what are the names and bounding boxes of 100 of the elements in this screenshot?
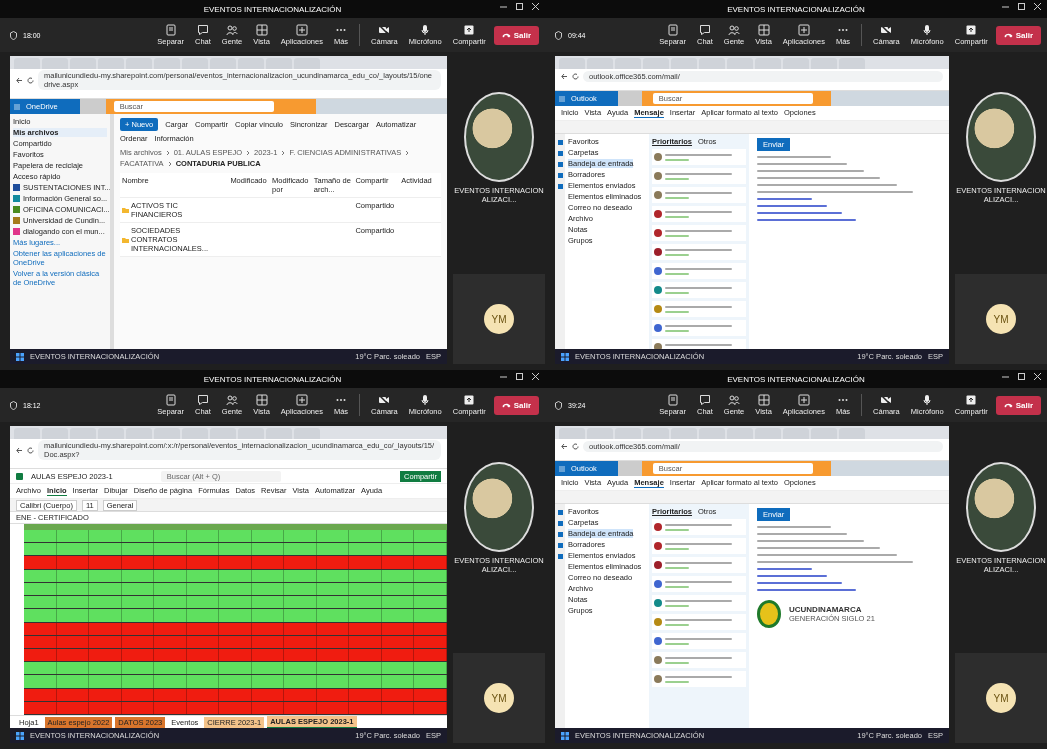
browser-tab[interactable] [126, 428, 152, 439]
browser-tab[interactable] [699, 58, 725, 69]
browser-tab[interactable] [154, 428, 180, 439]
app-launcher-icon[interactable] [14, 103, 20, 110]
browser-tab[interactable] [182, 58, 208, 69]
windows-icon[interactable] [561, 352, 569, 361]
browser-tab[interactable] [643, 428, 669, 439]
browser-tab[interactable] [238, 428, 264, 439]
browser-tab[interactable] [643, 58, 669, 69]
close-icon[interactable] [1034, 3, 1041, 10]
university-seal-icon [757, 600, 781, 628]
browser-tab[interactable] [266, 428, 292, 439]
window-title: EVENTOS INTERNACIONALIZACIÓN [203, 374, 342, 384]
browser-tab[interactable] [839, 58, 865, 69]
leave-button[interactable]: Salir [995, 25, 1041, 45]
message-item[interactable] [652, 652, 746, 668]
windows-icon[interactable] [561, 731, 569, 740]
browser-tab[interactable] [210, 58, 236, 69]
maximize-icon[interactable] [516, 373, 523, 380]
grid-icon [255, 394, 268, 406]
message-item[interactable] [652, 149, 746, 165]
browser-tab[interactable] [266, 58, 292, 69]
maximize-icon[interactable] [1018, 3, 1025, 10]
minimize-icon[interactable] [500, 373, 507, 380]
maximize-icon[interactable] [1018, 373, 1025, 380]
browser-tab[interactable] [126, 58, 152, 69]
browser-tab[interactable] [755, 428, 781, 439]
people-icon [226, 24, 239, 36]
browser-tab[interactable] [98, 58, 124, 69]
message-item[interactable] [652, 244, 746, 260]
browser-tab[interactable] [70, 428, 96, 439]
browser-tab[interactable] [238, 58, 264, 69]
browser-tab[interactable] [671, 428, 697, 439]
message-item[interactable] [652, 671, 746, 687]
message-item[interactable] [652, 168, 746, 184]
message-item[interactable] [652, 519, 746, 535]
browser-tab[interactable] [294, 428, 320, 439]
browser-tab[interactable] [727, 428, 753, 439]
message-item[interactable] [652, 187, 746, 203]
message-item[interactable] [652, 557, 746, 573]
back-icon[interactable] [561, 442, 568, 450]
browser-tab[interactable] [98, 428, 124, 439]
browser-tab[interactable] [839, 428, 865, 439]
browser-tab[interactable] [727, 58, 753, 69]
message-item[interactable] [652, 633, 746, 649]
reload-icon[interactable] [572, 442, 579, 450]
browser-tab[interactable] [14, 428, 40, 439]
browser-tab[interactable] [783, 428, 809, 439]
browser-tab[interactable] [671, 58, 697, 69]
browser-tab[interactable] [182, 428, 208, 439]
leave-button[interactable]: Salir [493, 395, 539, 415]
message-item[interactable] [652, 282, 746, 298]
message-item[interactable] [652, 320, 746, 336]
folder-icon [122, 236, 129, 243]
browser-tab[interactable] [42, 428, 68, 439]
browser-tab[interactable] [154, 58, 180, 69]
browser-tab[interactable] [615, 428, 641, 439]
close-icon[interactable] [532, 3, 539, 10]
windows-icon[interactable] [16, 731, 24, 740]
browser-tab[interactable] [587, 58, 613, 69]
reload-icon[interactable] [27, 446, 34, 454]
browser-tab[interactable] [811, 58, 837, 69]
browser-tab[interactable] [14, 58, 40, 69]
browser-tab[interactable] [755, 58, 781, 69]
browser-tab[interactable] [783, 58, 809, 69]
app-launcher-icon[interactable] [559, 465, 565, 472]
app-launcher-icon[interactable] [559, 95, 565, 102]
message-item[interactable] [652, 538, 746, 554]
minimize-icon[interactable] [1002, 373, 1009, 380]
browser-tab[interactable] [615, 58, 641, 69]
close-icon[interactable] [1034, 373, 1041, 380]
browser-tab[interactable] [42, 58, 68, 69]
reload-icon[interactable] [27, 76, 34, 84]
message-item[interactable] [652, 595, 746, 611]
browser-tab[interactable] [587, 428, 613, 439]
maximize-icon[interactable] [516, 3, 523, 10]
grid-icon [757, 24, 770, 36]
windows-icon[interactable] [16, 352, 24, 361]
back-icon[interactable] [16, 76, 23, 84]
close-icon[interactable] [532, 373, 539, 380]
message-item[interactable] [652, 206, 746, 222]
back-icon[interactable] [16, 446, 23, 454]
browser-tab[interactable] [70, 58, 96, 69]
message-item[interactable] [652, 263, 746, 279]
microphone-icon [921, 394, 934, 406]
minimize-icon[interactable] [1002, 3, 1009, 10]
browser-tab[interactable] [811, 428, 837, 439]
popout-icon [164, 24, 177, 36]
phone-icon [501, 32, 511, 38]
message-item[interactable] [652, 225, 746, 241]
back-icon[interactable] [561, 72, 568, 80]
popout-icon [666, 394, 679, 406]
leave-button[interactable]: Salir [493, 25, 539, 45]
browser-tab[interactable] [210, 428, 236, 439]
leave-button[interactable]: Salir [995, 395, 1041, 415]
reload-icon[interactable] [572, 72, 579, 80]
message-item[interactable] [652, 576, 746, 592]
minimize-icon[interactable] [500, 3, 507, 10]
browser-tab[interactable] [294, 58, 320, 69]
browser-tab[interactable] [699, 428, 725, 439]
